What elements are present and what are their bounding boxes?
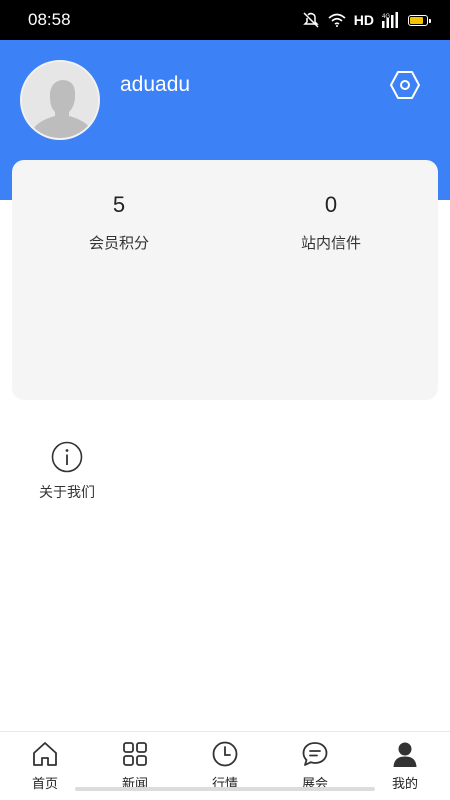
- stats-card: 5 会员积分 0 站内信件: [12, 160, 438, 400]
- nav-mine-label: 我的: [391, 777, 418, 792]
- about-us-label: 关于我们: [39, 485, 95, 501]
- home-indicator: [75, 787, 375, 791]
- nav-home-label: 首页: [31, 777, 58, 792]
- home-icon: [33, 742, 57, 766]
- site-messages-stat[interactable]: 0 站内信件: [241, 190, 421, 253]
- username[interactable]: aduadu: [120, 73, 190, 97]
- person-icon: [393, 742, 417, 767]
- status-icons: HD 4G: [302, 11, 431, 29]
- wifi-icon: [328, 13, 346, 27]
- about-us-entry[interactable]: 关于我们: [28, 440, 106, 502]
- signal-tag: 4G: [382, 14, 390, 20]
- info-icon: [51, 441, 83, 473]
- settings-hexagon-icon[interactable]: [388, 68, 422, 102]
- member-points-stat[interactable]: 5 会员积分: [29, 190, 209, 253]
- clock-icon: [212, 741, 238, 767]
- signal-icon: 4G: [382, 12, 398, 28]
- network-type: HD: [353, 12, 374, 28]
- grid-icon: [123, 742, 147, 766]
- avatar[interactable]: [20, 60, 100, 140]
- site-messages-value: 0: [324, 192, 338, 217]
- default-avatar-icon: [22, 62, 98, 138]
- mute-icon: [302, 12, 319, 28]
- chat-icon: [302, 742, 328, 766]
- site-messages-label: 站内信件: [300, 234, 361, 252]
- battery-icon: [408, 14, 431, 26]
- status-bar: 08:58 HD 4G: [0, 0, 450, 40]
- member-points-value: 5: [112, 192, 126, 217]
- member-points-label: 会员积分: [88, 234, 149, 252]
- screen: 08:58 HD 4G aduadu 5 会员积分 0 站内信件 关于我们 首页…: [0, 0, 450, 800]
- status-time: 08:58: [28, 10, 71, 29]
